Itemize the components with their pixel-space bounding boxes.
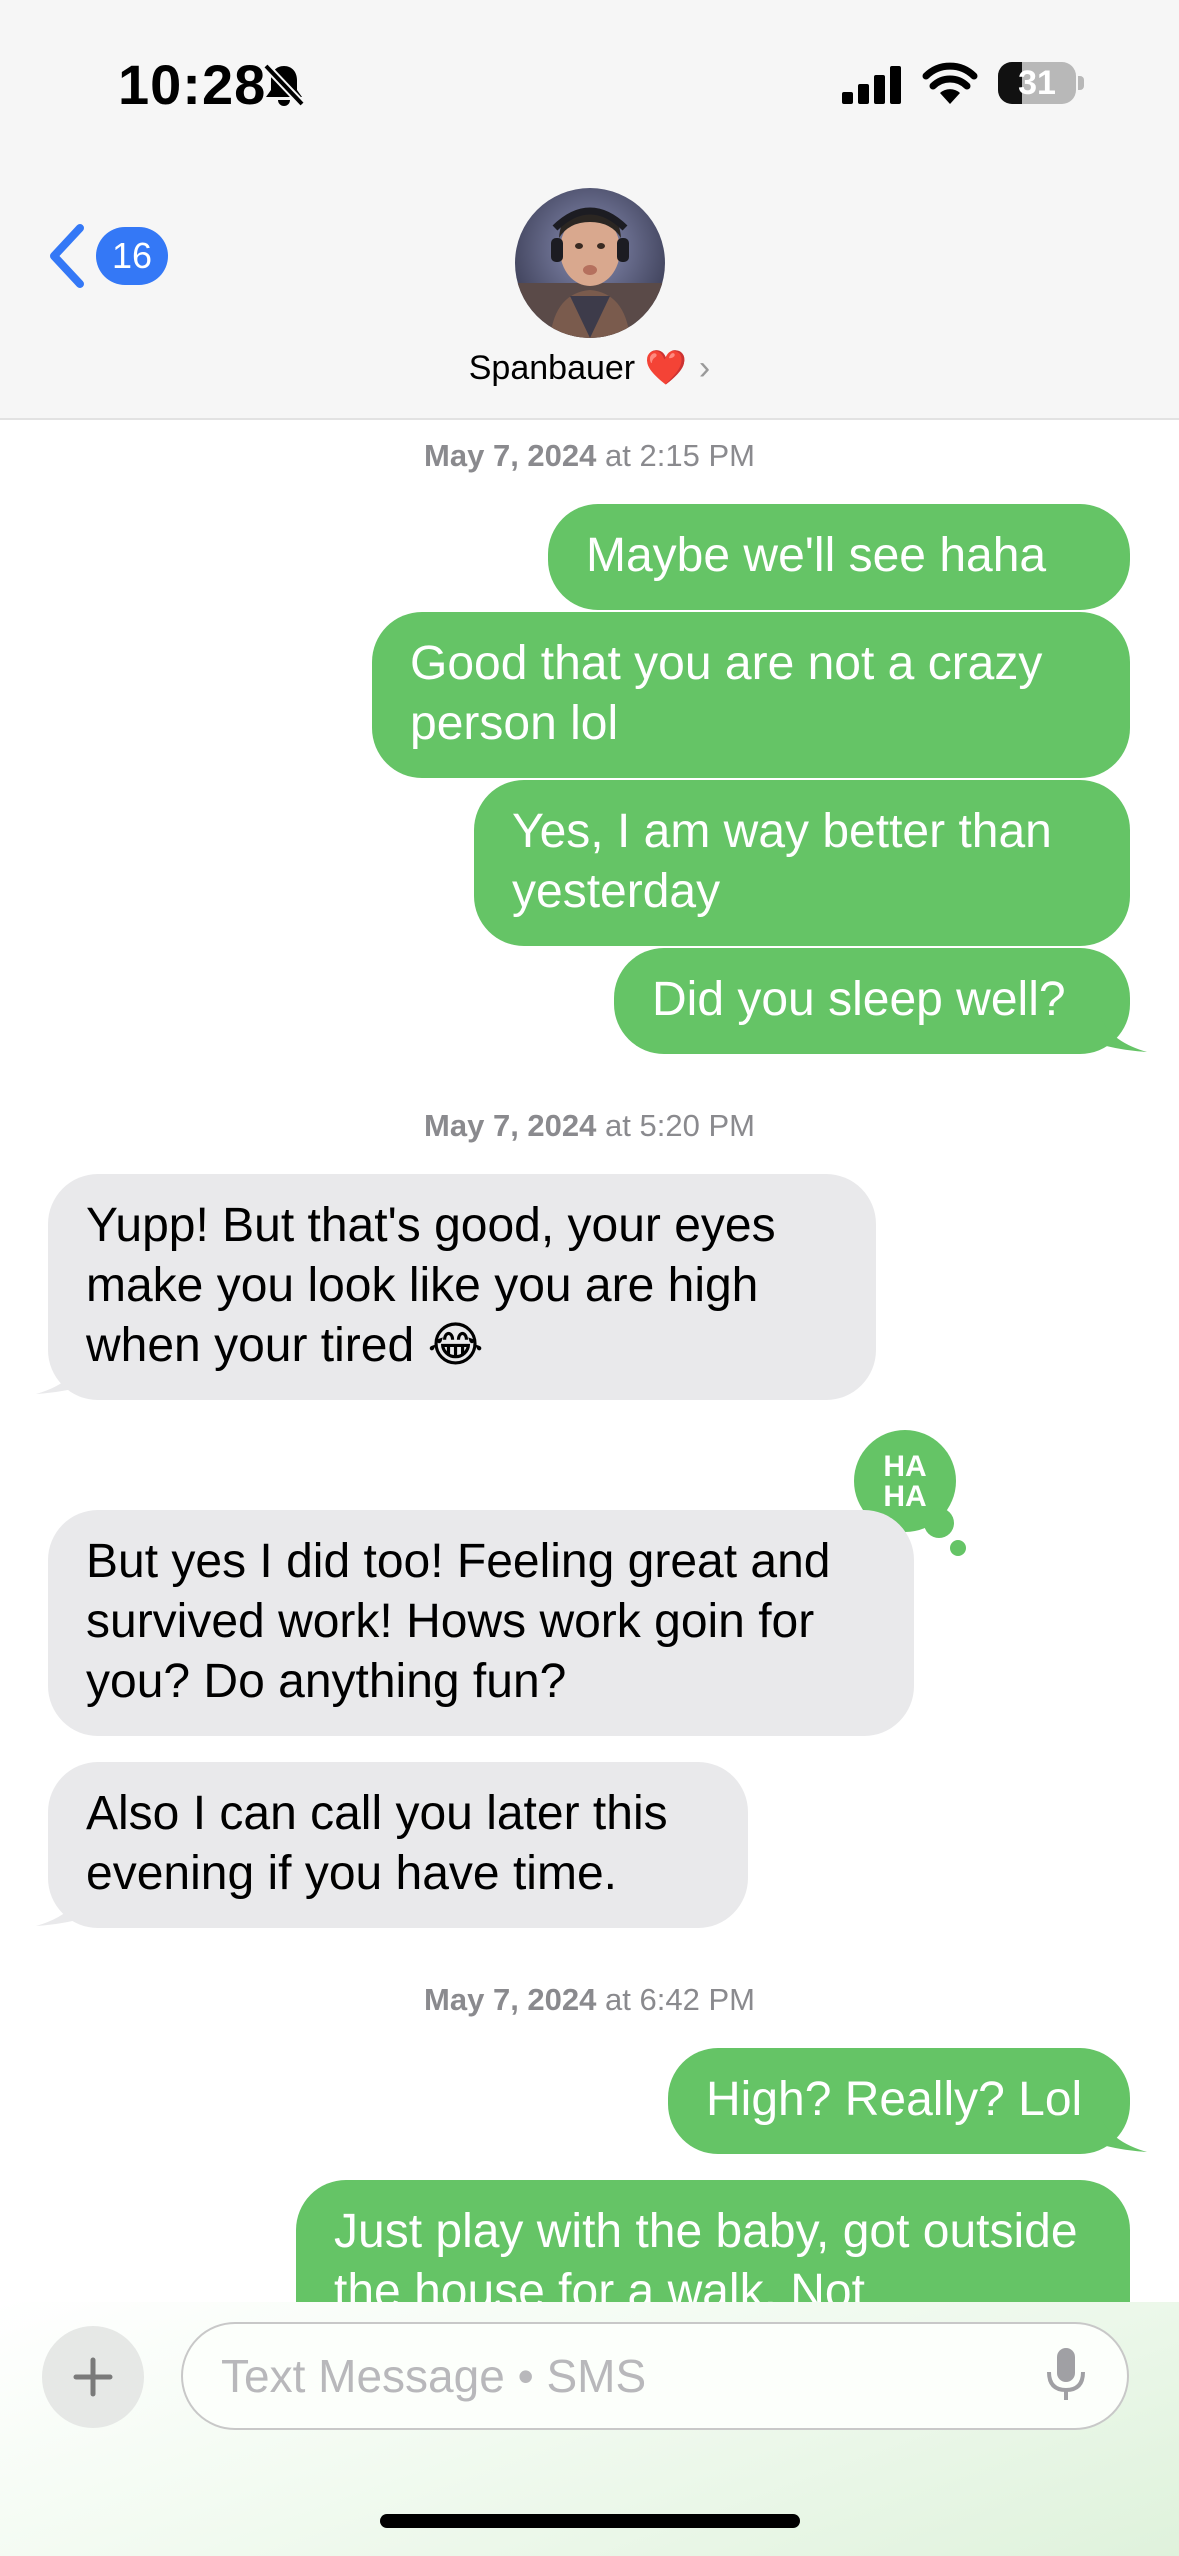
message-incoming[interactable]: Yupp! But that's good, your eyes make yo… [48,1174,876,1400]
timestamp-sep: at [596,1982,640,2017]
add-attachment-button[interactable] [42,2326,144,2428]
bubble-tail [36,1352,84,1394]
message-incoming[interactable]: Also I can call you later this evening i… [48,1762,748,1928]
timestamp: May 7, 2024 at 6:42 PM [0,1982,1179,2018]
message-input[interactable]: Text Message • SMS [181,2322,1129,2430]
timestamp-time: 2:15 PM [639,438,755,473]
message-outgoing[interactable]: High? Really? Lol [668,2048,1130,2154]
back-button[interactable]: 16 [46,224,169,288]
timestamp-time: 5:20 PM [639,1108,755,1143]
message-incoming[interactable]: But yes I did too! Feeling great and sur… [48,1510,914,1736]
wifi-icon [922,62,978,104]
contact-avatar[interactable] [515,188,665,338]
timestamp-time: 6:42 PM [639,1982,755,2017]
chevron-right-icon: › [698,349,711,387]
contact-name-label: Spanbauer ❤️ [468,349,687,387]
message-outgoing[interactable]: Good that you are not a crazy person lol [372,612,1130,778]
tapback-dot [924,1508,954,1538]
microphone-icon[interactable] [1046,2346,1086,2404]
tapback-dot [950,1540,966,1556]
timestamp-date: May 7, 2024 [424,1982,597,2017]
message-outgoing[interactable]: Maybe we'll see haha [548,504,1130,610]
timestamp: May 7, 2024 at 2:15 PM [0,438,1179,474]
bubble-tail [36,1884,84,1926]
bubble-tail [1099,2110,1147,2152]
status-time: 10:28 [118,53,267,116]
message-outgoing[interactable]: Yes, I am way better than yesterday [474,780,1130,946]
battery-icon: 31 [998,62,1076,104]
plus-icon [73,2357,113,2397]
timestamp-sep: at [596,438,640,473]
conversation-header: 10:28 31 16 Spanbauer ❤️ › [0,0,1179,420]
bell-slash-icon [263,63,305,107]
contact-name[interactable]: Spanbauer ❤️ › [0,348,1179,388]
timestamp-date: May 7, 2024 [424,1108,597,1143]
chevron-left-icon [50,224,84,288]
bubble-tail [1099,1010,1147,1052]
cellular-signal-icon [842,66,901,104]
avatar-photo [515,188,665,338]
timestamp-sep: at [596,1108,640,1143]
message-outgoing[interactable]: Did you sleep well? [614,948,1130,1054]
timestamp-date: May 7, 2024 [424,438,597,473]
battery-nub [1078,76,1084,90]
battery-percent: 31 [1018,63,1056,102]
unread-count-badge: 16 [96,227,169,285]
timestamp: May 7, 2024 at 5:20 PM [0,1108,1179,1144]
home-indicator [380,2514,800,2528]
